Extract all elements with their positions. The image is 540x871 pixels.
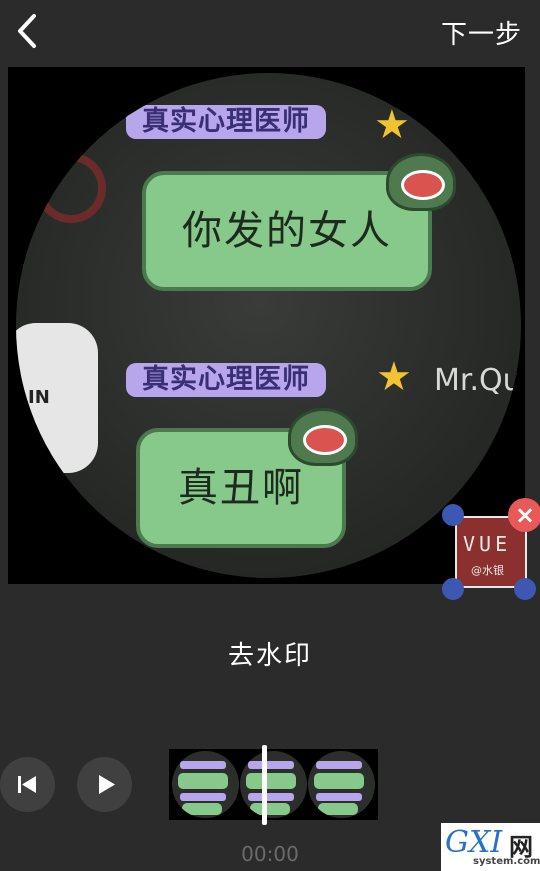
sticker-ring-icon xyxy=(36,153,106,223)
playhead-scrubber[interactable] xyxy=(262,745,267,825)
resize-handle[interactable] xyxy=(514,578,536,600)
watermark-subtext: @水银 xyxy=(471,564,504,577)
video-timeline[interactable] xyxy=(169,749,378,820)
next-step-button[interactable]: 下一步 xyxy=(441,14,522,51)
timeline-thumbnail xyxy=(240,751,307,818)
frog-sticker-icon xyxy=(288,408,358,466)
star-icon: ★ xyxy=(374,102,410,148)
frog-sticker-icon xyxy=(386,153,456,211)
bear-sticker-icon: IN xyxy=(16,323,98,473)
star-icon: ★ xyxy=(376,354,412,400)
close-icon[interactable]: × xyxy=(508,498,540,532)
skip-back-icon xyxy=(18,776,36,793)
back-button[interactable] xyxy=(12,12,44,50)
resize-handle[interactable] xyxy=(442,578,464,600)
chevron-left-icon xyxy=(18,14,36,48)
watermark-text: VUE xyxy=(463,532,512,556)
timeline-thumbnail xyxy=(308,751,375,818)
top-bar: 下一步 xyxy=(0,0,540,62)
chat-name-tag: 真实心理医师 xyxy=(126,105,326,139)
remove-watermark-button[interactable]: 去水印 xyxy=(0,635,540,672)
chat-name-tag: 真实心理医师 xyxy=(126,363,326,397)
circular-crop-preview: 真实心理医师 ★ 你发的女人 真实心理医师 ★ Mr.Qu 真丑啊 IN xyxy=(16,73,521,578)
timeline-thumbnail xyxy=(172,751,239,818)
play-button[interactable] xyxy=(77,757,132,812)
site-logo: GXI 网 system.com xyxy=(441,823,540,871)
play-icon xyxy=(99,775,115,794)
side-watermark-text: Mr.Qu xyxy=(434,363,521,398)
resize-handle[interactable] xyxy=(442,504,464,526)
rewind-button[interactable] xyxy=(0,757,55,812)
